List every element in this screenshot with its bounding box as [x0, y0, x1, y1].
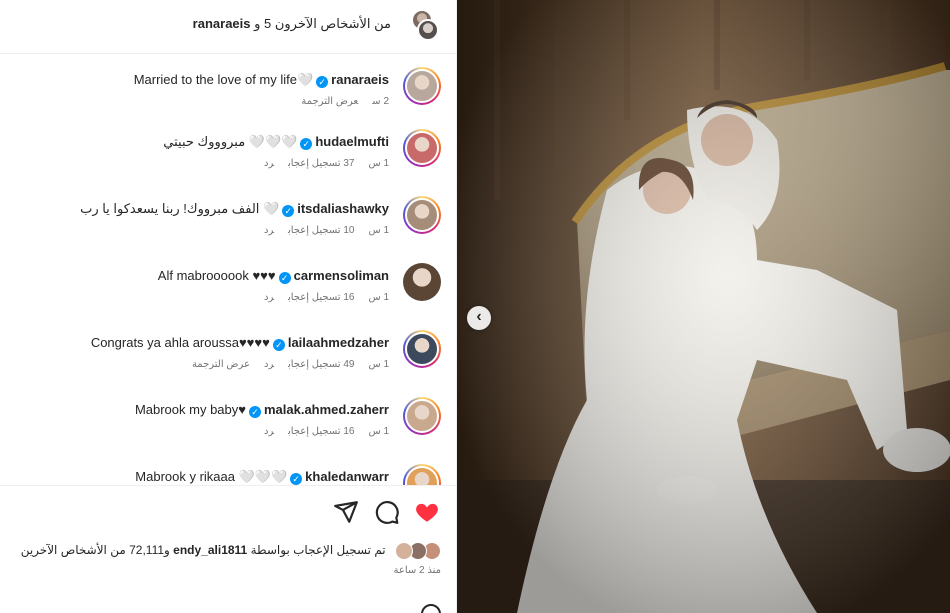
avatar-image: [405, 399, 439, 433]
likes-count[interactable]: و72,111 من الأشخاص الآخرين: [21, 543, 170, 557]
verified-icon: ✓: [290, 473, 303, 485]
comment-row: Alf mabroooook ♥♥♥ ✓ carmensoliman 1 س 16 تس…: [0, 251, 457, 318]
comment-meta: 2 س عرض الترجمة: [287, 96, 389, 107]
comment-username[interactable]: ranaraeis: [331, 72, 389, 87]
avatar-image: [405, 69, 439, 103]
comment-text: Alf mabroooook ♥♥♥: [157, 268, 276, 283]
comment-likes[interactable]: 10 تسجيل إعجاب: [288, 225, 354, 236]
share-icon[interactable]: [333, 499, 359, 525]
liker-username[interactable]: endy_ali1811: [173, 543, 247, 557]
comment-time: 1 س: [368, 426, 389, 437]
avatar[interactable]: [403, 67, 441, 105]
avatar-image: [405, 131, 439, 165]
comment-likes[interactable]: 16 تسجيل إعجاب: [288, 292, 354, 303]
comment-username[interactable]: lailaahmedzaher: [288, 335, 389, 350]
comment-username[interactable]: hudaelmufti: [315, 134, 389, 149]
avatar[interactable]: [403, 129, 441, 167]
comment-line: Mabrook my baby♥ ✓ malak.ahmed.zaherr: [135, 402, 389, 418]
likes-prefix: تم تسجيل الإعجاب بواسطة: [250, 543, 386, 558]
comment-list[interactable]: Married to the love of my life🤍 ✓ ranaraei…: [0, 55, 457, 485]
liker-avatars: [393, 542, 441, 560]
verified-icon: ✓: [300, 138, 313, 150]
chevron-left-icon[interactable]: ‹: [467, 306, 491, 330]
comments-panel: من الأشخاص الآخرون 5 و ranaraeis Married…: [0, 0, 457, 613]
comment-line: Congrats ya ahla aroussa♥♥♥♥ ✓ lailaahmedz…: [91, 335, 389, 351]
comment-username[interactable]: malak.ahmed.zaherr: [264, 402, 389, 417]
comment-icon[interactable]: [374, 499, 400, 525]
comment-row: الفف مبرووك! ربنا يسعدكوا يا رب 🤍 ✓ itsdal…: [0, 184, 457, 251]
post-header: من الأشخاص الآخرون 5 و ranaraeis: [0, 0, 457, 54]
comment-row: Married to the love of my life🤍 ✓ ranaraei…: [0, 55, 457, 122]
comment-line: Mabrook y rikaaa 🤍🤍🤍 ✓ khaledanwarr: [135, 469, 389, 485]
comment-text: الفف مبرووك! ربنا يسعدكوا يا رب 🤍: [80, 201, 280, 216]
reply-button[interactable]: رد: [264, 292, 274, 303]
verified-icon: ✓: [278, 272, 291, 284]
comment-row: مبروووك حبيتي 🤍🤍🤍 ✓ hudaelmufti 1 س 37 تسجيل…: [0, 117, 457, 184]
avatar-image: [405, 198, 439, 232]
comment-text: Congrats ya ahla aroussa♥♥♥♥: [90, 335, 270, 350]
heart-icon[interactable]: [414, 499, 440, 525]
comment-line: الفف مبرووك! ربنا يسعدكوا يا رب 🤍 ✓ itsdal…: [80, 201, 389, 217]
comment-time: 2 س: [372, 96, 389, 107]
comment-time: 1 س: [368, 359, 389, 370]
collab-avatars[interactable]: [409, 9, 439, 41]
comment-row: Mabrook my baby♥ ✓ malak.ahmed.zaherr 1 س 16…: [0, 385, 457, 452]
post-photo[interactable]: [457, 0, 950, 613]
avatar-image: [403, 263, 441, 301]
avatar-image: [405, 332, 439, 366]
comment-time: 1 س: [368, 292, 389, 303]
comment-text: Married to the love of my life🤍: [133, 72, 314, 87]
avatar-image: [405, 466, 439, 485]
likes-summary[interactable]: تم تسجيل الإعجاب بواسطة endy_ali1811 و72…: [21, 542, 441, 560]
avatar: [395, 542, 413, 560]
comment-text: Mabrook y rikaaa 🤍🤍🤍: [135, 469, 288, 484]
comment-text: Mabrook my baby♥: [134, 402, 246, 417]
comment-username[interactable]: itsdaliashawky: [297, 201, 389, 216]
comment-line: مبروووك حبيتي 🤍🤍🤍 ✓ hudaelmufti: [163, 134, 389, 150]
comment-meta: 1 س 16 تسجيل إعجاب رد: [250, 292, 389, 303]
post-actions: تم تسجيل الإعجاب بواسطة endy_ali1811 و72…: [0, 485, 457, 613]
comment-username[interactable]: khaledanwarr: [305, 469, 389, 484]
post-author-title[interactable]: من الأشخاص الآخرون 5 و ranaraeis: [193, 16, 391, 32]
emoji-icon[interactable]: [421, 604, 441, 613]
post-time: منذ 2 ساعة: [393, 565, 441, 576]
comment-row: Mabrook y rikaaa 🤍🤍🤍 ✓ khaledanwarr: [0, 452, 457, 485]
avatar[interactable]: [403, 330, 441, 368]
reply-button[interactable]: رد: [264, 426, 274, 437]
translate-button[interactable]: عرض الترجمة: [192, 359, 250, 370]
verified-icon: ✓: [316, 76, 329, 88]
comment-text: مبروووك حبيتي 🤍🤍🤍: [163, 134, 298, 149]
avatar[interactable]: [403, 397, 441, 435]
verified-icon: ✓: [272, 339, 285, 351]
comment-row: Congrats ya ahla aroussa♥♥♥♥ ✓ lailaahmedz…: [0, 318, 457, 385]
translate-button[interactable]: عرض الترجمة: [301, 96, 358, 107]
author-title-text: من الأشخاص الآخرون 5 و: [254, 16, 391, 31]
comment-meta: 1 س 37 تسجيل إعجاب رد: [250, 158, 389, 169]
comment-likes[interactable]: 49 تسجيل إعجاب: [288, 359, 354, 370]
comment-likes[interactable]: 37 تسجيل إعجاب: [288, 158, 354, 169]
comment-line: Alf mabroooook ♥♥♥ ✓ carmensoliman: [158, 268, 389, 284]
comment-time: 1 س: [368, 158, 389, 169]
wedding-photo: [457, 0, 950, 613]
avatar[interactable]: [403, 263, 441, 301]
comment-username[interactable]: carmensoliman: [294, 268, 389, 283]
comment-meta: 1 س 16 تسجيل إعجاب رد: [250, 426, 389, 437]
comment-line: Married to the love of my life🤍 ✓ ranaraei…: [134, 72, 389, 88]
avatar[interactable]: [403, 464, 441, 485]
comment-likes[interactable]: 16 تسجيل إعجاب: [288, 426, 354, 437]
reply-button[interactable]: رد: [264, 158, 274, 169]
author-username[interactable]: ranaraeis: [193, 16, 251, 31]
comment-meta: 1 س 10 تسجيل إعجاب رد: [250, 225, 389, 236]
reply-button[interactable]: رد: [264, 225, 274, 236]
verified-icon: ✓: [248, 406, 261, 418]
verified-icon: ✓: [282, 205, 295, 217]
reply-button[interactable]: رد: [264, 359, 274, 370]
avatar[interactable]: [403, 196, 441, 234]
comment-time: 1 س: [368, 225, 389, 236]
avatar: [417, 19, 439, 41]
comment-meta: 1 س 49 تسجيل إعجاب رد عرض الترجمة: [178, 359, 389, 370]
